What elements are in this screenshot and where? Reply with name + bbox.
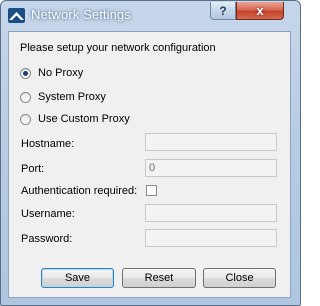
username-input[interactable] (145, 204, 277, 222)
radio-button[interactable] (20, 67, 31, 79)
username-label: Username: (21, 208, 75, 220)
save-button[interactable]: Save (41, 268, 114, 288)
password-label: Password: (21, 233, 73, 245)
radio-no-proxy[interactable]: No Proxy (20, 65, 83, 81)
auth-required-checkbox[interactable] (146, 185, 157, 196)
auth-required-label: Authentication required: (21, 185, 138, 197)
radio-custom-proxy[interactable]: Use Custom Proxy (20, 111, 130, 127)
password-input[interactable] (145, 229, 277, 247)
dialog-body: Please setup your network configuration … (8, 31, 291, 298)
hostname-label: Hostname: (21, 138, 75, 150)
radio-system-proxy[interactable]: System Proxy (20, 89, 106, 105)
window-close-button[interactable]: x (236, 2, 284, 20)
radio-button[interactable] (20, 113, 31, 125)
reset-button[interactable]: Reset (122, 268, 196, 288)
window-title: Network Settings (31, 7, 131, 22)
radio-button[interactable] (20, 91, 31, 103)
radio-label: No Proxy (38, 67, 84, 79)
radio-label: System Proxy (38, 91, 106, 103)
help-button[interactable]: ? (210, 2, 236, 20)
port-label: Port: (21, 163, 45, 175)
radio-label: Use Custom Proxy (38, 113, 130, 125)
intro-text: Please setup your network configuration (20, 42, 216, 54)
app-logo-icon (8, 8, 25, 23)
network-settings-dialog: Network Settings ? x Please setup your n… (0, 0, 301, 306)
port-input[interactable] (145, 159, 277, 177)
close-button[interactable]: Close (203, 268, 276, 288)
title-bar[interactable]: Network Settings ? x (1, 1, 300, 31)
hostname-input[interactable] (145, 133, 277, 151)
